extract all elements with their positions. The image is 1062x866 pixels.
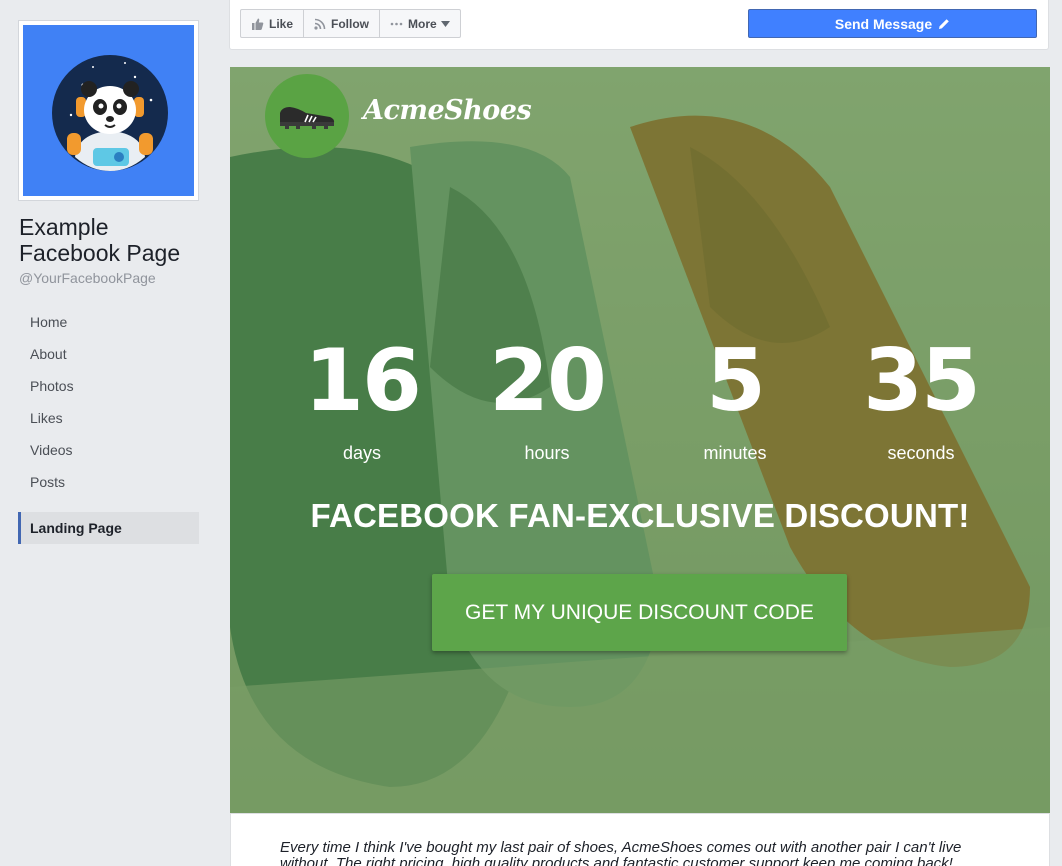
promo-headline: FACEBOOK FAN-EXCLUSIVE DISCOUNT!	[310, 497, 970, 534]
countdown-minutes-label: minutes	[703, 443, 767, 463]
nav-item-posts[interactable]: Posts	[18, 466, 199, 498]
countdown-days: 16 days	[277, 335, 447, 464]
landing-hero: AcmeShoes 16 days 20 hours 5 minutes 35 …	[230, 67, 1050, 813]
send-message-label: Send Message	[834, 15, 933, 32]
testimonial-block: Every time I think I've bought my last p…	[230, 813, 1050, 866]
countdown-hours-label: hours	[524, 443, 570, 463]
countdown-days-label: days	[342, 443, 382, 463]
acmeshoes-logo	[265, 74, 349, 158]
like-button[interactable]: Like	[241, 10, 305, 37]
more-dots-icon	[390, 22, 403, 26]
follow-button[interactable]: Follow	[304, 10, 381, 37]
caret-down-icon	[440, 20, 450, 27]
more-button[interactable]: More	[380, 10, 460, 37]
countdown-days-value: 16	[304, 331, 422, 431]
nav-item-about[interactable]: About	[18, 338, 199, 370]
nav-item-landing-page[interactable]: Landing Page	[18, 512, 199, 544]
more-label: More	[408, 16, 437, 31]
countdown-seconds-value: 35	[863, 331, 981, 431]
countdown-minutes: 5 minutes	[650, 335, 820, 464]
rss-icon	[314, 18, 326, 30]
brand-name: AcmeShoes	[363, 95, 532, 126]
page-handle[interactable]: @YourFacebookPage	[19, 270, 156, 286]
get-discount-code-button[interactable]: GET MY UNIQUE DISCOUNT CODE	[432, 574, 847, 651]
shoe-icon	[280, 107, 335, 129]
follow-label: Follow	[331, 16, 370, 31]
pencil-icon	[939, 18, 949, 29]
testimonial-text: Every time I think I've bought my last p…	[280, 839, 962, 866]
profile-picture[interactable]	[18, 20, 199, 201]
page-nav: Home About Photos Likes Videos Posts	[18, 306, 199, 498]
send-message-button[interactable]: Send Message	[748, 9, 1037, 38]
panda-astronaut-avatar	[23, 25, 194, 196]
page-action-bar: Like Follow More Send Message	[229, 0, 1049, 50]
nav-item-likes[interactable]: Likes	[18, 402, 199, 434]
action-button-group: Like Follow More	[240, 9, 461, 38]
nav-item-videos[interactable]: Videos	[18, 434, 199, 466]
countdown-hours-value: 20	[489, 331, 607, 431]
countdown-seconds: 35 seconds	[836, 335, 1006, 464]
page-title[interactable]: Example Facebook Page	[19, 214, 214, 266]
countdown-minutes-value: 5	[706, 331, 766, 431]
countdown-hours: 20 hours	[462, 335, 632, 464]
countdown-seconds-label: seconds	[887, 443, 955, 463]
thumbs-up-icon	[251, 18, 264, 30]
left-sidebar: Example Facebook Page @YourFacebookPage …	[0, 0, 215, 866]
like-label: Like	[269, 16, 294, 31]
nav-item-home[interactable]: Home	[18, 306, 199, 338]
nav-item-photos[interactable]: Photos	[18, 370, 199, 402]
